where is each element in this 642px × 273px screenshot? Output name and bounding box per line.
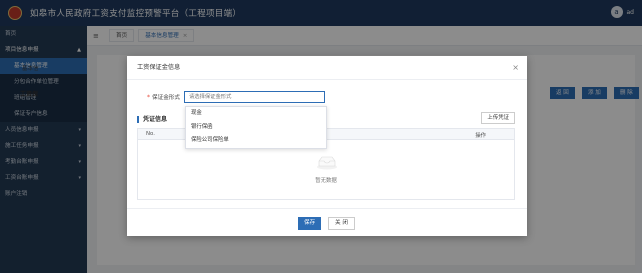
- option-bank-guarantee[interactable]: 银行保函: [186, 121, 326, 135]
- deposit-type-label: 保证金形式: [152, 95, 180, 101]
- save-button[interactable]: 保存: [298, 217, 322, 230]
- required-mark: *: [147, 93, 150, 101]
- empty-text: 暂无数据: [315, 178, 337, 184]
- dialog-header: 工资保证金信息 ×: [127, 56, 527, 80]
- section-title: 凭证信息: [137, 116, 167, 123]
- option-insurance-policy[interactable]: 保险公司保险单: [186, 134, 326, 148]
- empty-box-icon: [317, 156, 337, 170]
- deposit-type-dropdown: 现金 银行保函 保险公司保险单: [185, 106, 327, 149]
- dialog-footer: 保存 关 闭: [127, 208, 527, 236]
- close-button[interactable]: 关 闭: [328, 217, 355, 230]
- close-icon[interactable]: ×: [512, 56, 519, 80]
- dialog-title: 工资保证金信息: [137, 64, 181, 71]
- upload-voucher-button[interactable]: 上传凭证: [481, 112, 515, 124]
- deposit-type-select[interactable]: [183, 91, 325, 103]
- option-cash[interactable]: 现金: [186, 107, 326, 121]
- deposit-form-row: * 保证金形式: [147, 91, 325, 103]
- column-header-no: No.: [146, 131, 155, 137]
- column-header-operation: 操作: [475, 133, 486, 139]
